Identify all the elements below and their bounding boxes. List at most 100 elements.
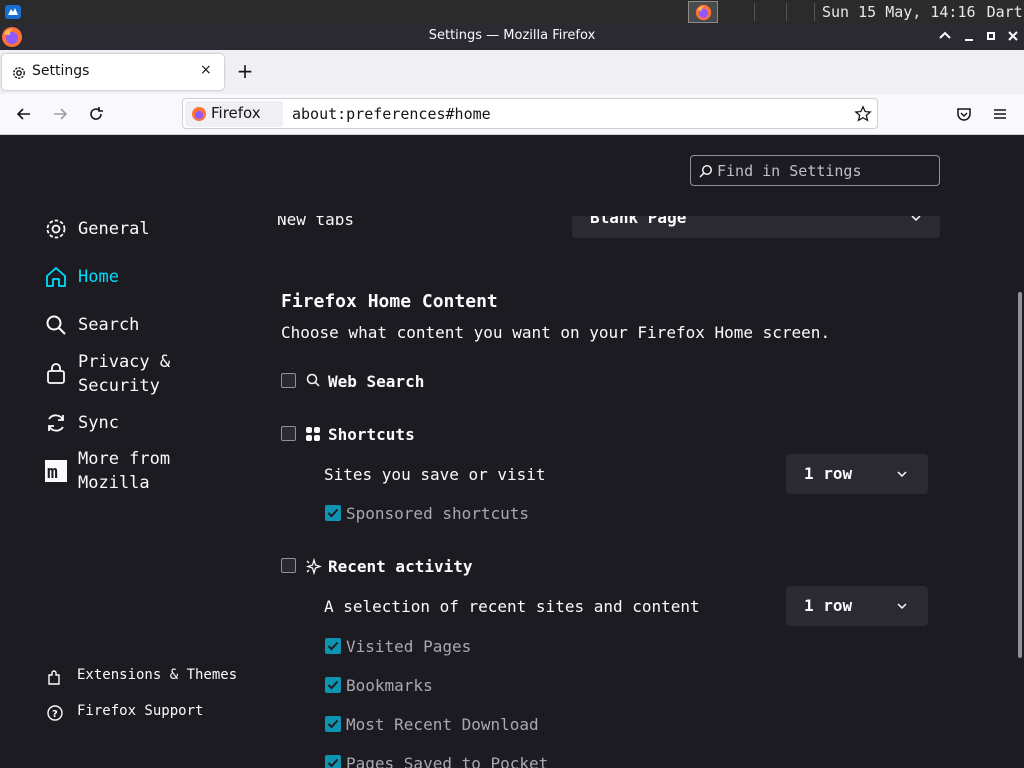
checkmark-icon	[327, 641, 339, 651]
lock-icon	[47, 363, 65, 384]
identity-label: Firefox	[211, 104, 261, 122]
sync-icon	[48, 414, 64, 432]
panel-separator	[786, 3, 787, 21]
most-recent-download-label[interactable]: Most Recent Download	[346, 715, 539, 734]
most-recent-download-checkbox[interactable]	[325, 716, 341, 732]
checkmark-icon	[327, 680, 339, 690]
checkmark-icon	[327, 758, 339, 768]
bookmark-star-icon[interactable]	[854, 105, 872, 123]
maximize-icon[interactable]	[983, 28, 999, 44]
minimize-icon[interactable]	[961, 28, 977, 44]
sidebar-item-home[interactable]: Home	[44, 265, 264, 305]
pages-saved-to-pocket-label[interactable]: Pages Saved to Pocket	[346, 754, 548, 768]
firefox-support-label: Firefox Support	[77, 703, 204, 719]
sidebar-item-more-from-mozilla[interactable]: m More from Mozilla	[44, 447, 264, 497]
clock[interactable]: Sun 15 May, 14:16 Dartz	[822, 3, 1024, 21]
shortcuts-rows-select[interactable]: 1 row	[786, 454, 928, 494]
web-search-checkbox[interactable]	[281, 373, 296, 388]
find-in-settings-input[interactable]: Find in Settings	[690, 155, 940, 186]
identity-box[interactable]: Firefox	[185, 101, 283, 127]
sidebar-item-label: More from Mozilla	[78, 449, 171, 493]
shortcuts-rows-label: Sites you save or visit	[324, 465, 546, 484]
sidebar-item-label: General	[78, 219, 150, 239]
visited-pages-label[interactable]: Visited Pages	[346, 637, 471, 656]
visited-pages-checkbox[interactable]	[325, 638, 341, 654]
chevron-down-icon	[897, 471, 907, 478]
sponsored-shortcuts-label[interactable]: Sponsored shortcuts	[346, 504, 529, 523]
back-arrow-icon[interactable]	[14, 104, 34, 124]
recent-activity-rows-select[interactable]: 1 row	[786, 586, 928, 626]
bookmarks-checkbox[interactable]	[325, 677, 341, 693]
scrollbar-thumb[interactable]	[1018, 292, 1022, 658]
new-tabs-label: New tabs	[277, 216, 355, 229]
pocket-icon[interactable]	[954, 104, 974, 124]
reload-icon[interactable]	[86, 104, 106, 124]
panel-separator	[754, 3, 755, 21]
puzzle-icon	[48, 670, 60, 685]
search-icon	[306, 373, 320, 387]
firefox-logo-icon	[192, 107, 206, 121]
new-tabs-select[interactable]: Blank Page	[572, 216, 940, 238]
app-menu-icon[interactable]	[4, 3, 22, 21]
new-tabs-value: Blank Page	[590, 216, 687, 227]
sidebar-item-label: Sync	[78, 413, 119, 433]
new-tab-button[interactable]: +	[234, 60, 256, 82]
tab-strip: Settings ×	[0, 50, 1024, 94]
gear-icon	[13, 67, 25, 79]
firefox-logo-icon	[695, 4, 712, 21]
user-name[interactable]: Dartz	[987, 3, 1024, 21]
tab-label: Settings	[32, 63, 90, 79]
home-icon	[46, 267, 66, 287]
recent-activity-rows-value: 1 row	[804, 596, 853, 615]
shortcuts-label[interactable]: Shortcuts	[328, 425, 415, 444]
sidebar-item-label: Privacy & Security	[78, 352, 171, 396]
help-icon: ?	[47, 705, 63, 721]
pages-saved-to-pocket-checkbox[interactable]	[325, 755, 341, 768]
checkmark-icon	[327, 508, 339, 518]
section-title: Firefox Home Content	[281, 291, 498, 312]
recent-activity-checkbox[interactable]	[281, 558, 296, 573]
web-search-label[interactable]: Web Search	[328, 372, 424, 391]
main-pane: New tabs Blank Page Firefox Home Content…	[270, 200, 970, 768]
recent-activity-rows-label: A selection of recent sites and content	[324, 597, 700, 616]
extensions-themes-link[interactable]: Extensions & Themes	[46, 666, 266, 688]
recent-activity-label[interactable]: Recent activity	[328, 557, 473, 576]
url-bar[interactable]	[182, 98, 878, 129]
taskbar-firefox-button[interactable]	[688, 1, 718, 23]
sidebar-item-label: Home	[78, 267, 119, 287]
shortcuts-checkbox[interactable]	[281, 426, 296, 441]
shortcuts-rows-value: 1 row	[804, 464, 853, 483]
sidebar-item-label: Search	[78, 315, 140, 335]
close-window-icon[interactable]	[1005, 28, 1021, 44]
search-icon	[46, 315, 66, 335]
window-chevron-up-icon[interactable]	[937, 28, 953, 44]
gear-icon	[46, 219, 66, 239]
extensions-themes-label: Extensions & Themes	[77, 667, 238, 683]
svg-text:?: ?	[52, 709, 58, 720]
search-icon	[699, 164, 713, 178]
shortcuts-grid-icon	[306, 427, 320, 441]
search-placeholder: Find in Settings	[717, 162, 862, 180]
forward-arrow-icon[interactable]	[50, 104, 70, 124]
bookmarks-label[interactable]: Bookmarks	[346, 676, 433, 695]
tab-close-icon[interactable]: ×	[200, 62, 216, 80]
sparkle-icon	[305, 558, 322, 575]
sidebar-item-general[interactable]: General	[44, 217, 264, 257]
sidebar-item-privacy[interactable]: Privacy & Security	[44, 350, 264, 400]
system-panel: Sun 15 May, 14:16 Dartz	[0, 0, 1024, 24]
hamburger-menu-icon[interactable]	[990, 104, 1010, 124]
window-title: Settings — Mozilla Firefox	[428, 28, 596, 43]
tab-settings[interactable]: Settings ×	[2, 54, 224, 90]
sidebar-item-sync[interactable]: Sync	[44, 411, 264, 451]
chevron-down-icon	[897, 603, 907, 610]
sidebar-item-search[interactable]: Search	[44, 313, 264, 353]
checkmark-icon	[327, 719, 339, 729]
firefox-support-link[interactable]: ? Firefox Support	[46, 702, 266, 724]
panel-separator	[814, 3, 815, 21]
sponsored-shortcuts-checkbox[interactable]	[325, 505, 341, 521]
svg-text:m: m	[47, 462, 58, 483]
url-text[interactable]: about:preferences#home	[292, 105, 491, 123]
window-titlebar: Settings — Mozilla Firefox	[0, 24, 1024, 50]
clock-text: Sun 15 May, 14:16	[822, 3, 976, 21]
chevron-down-icon	[911, 216, 921, 222]
